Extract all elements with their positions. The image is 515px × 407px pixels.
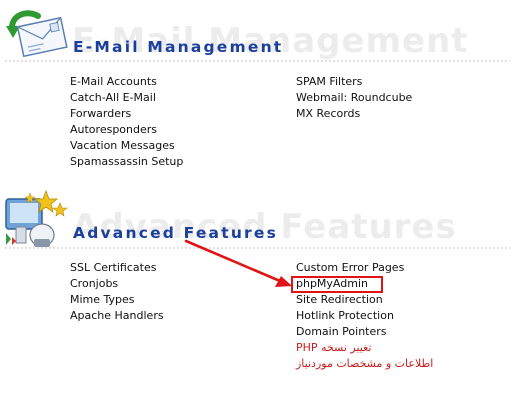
annotation-arrow	[184, 239, 292, 287]
annotation-highlight-box	[291, 276, 383, 293]
